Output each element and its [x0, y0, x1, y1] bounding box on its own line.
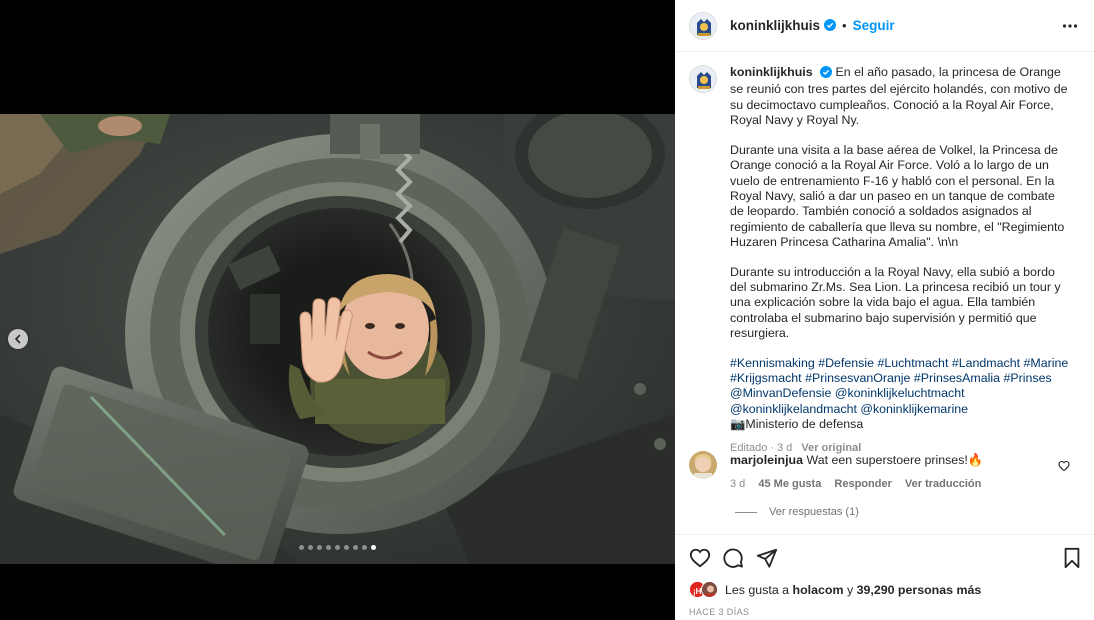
header-separator: •	[842, 18, 847, 33]
bookmark-icon	[1064, 547, 1080, 569]
carousel-dot	[353, 545, 358, 550]
carousel-dot	[299, 545, 304, 550]
comment-bubble-icon	[723, 548, 743, 568]
royal-crest-avatar	[690, 12, 716, 39]
likes-conjunction: y	[846, 583, 854, 597]
likes-user[interactable]: holacom	[793, 583, 844, 597]
caption-username[interactable]: koninklijkhuis	[730, 65, 813, 79]
carousel-dot	[362, 545, 367, 550]
hashtag[interactable]: #Krijgsmacht	[730, 371, 802, 385]
verified-badge-icon	[820, 66, 833, 82]
comment-likes[interactable]: 45 Me gusta	[758, 478, 821, 490]
comment-button[interactable]	[722, 547, 744, 572]
hashtag[interactable]: #Kennismaking	[730, 356, 815, 370]
share-button[interactable]	[756, 547, 778, 572]
comments-scroll-area[interactable]: koninklijkhuis En el año pasado, la prin…	[675, 52, 1094, 534]
author-username[interactable]: koninklijkhuis	[730, 18, 820, 33]
post-actions: ¡H! Les gusta a holacom y 39,290 persona…	[675, 534, 1094, 620]
commenter-username[interactable]: marjoleinjua	[730, 453, 803, 467]
verified-badge-icon	[824, 18, 837, 34]
comment-meta: 3 d 45 Me gusta Responder Ver traducción	[730, 478, 991, 490]
carousel-dot	[326, 545, 331, 550]
author-avatar[interactable]	[689, 11, 717, 40]
like-button[interactable]	[689, 547, 711, 572]
hashtag[interactable]: #Landmacht	[952, 356, 1020, 370]
user-photo-avatar	[689, 451, 717, 479]
commenter-avatar[interactable]	[689, 451, 717, 479]
reply-button[interactable]: Responder	[834, 478, 891, 490]
photo-credit: 📷Ministerio de defensa	[730, 416, 864, 431]
hashtag[interactable]: #PrinsesvanOranje	[805, 371, 910, 385]
likers-avatars: ¡H!	[689, 581, 723, 599]
view-replies-label: Ver respuestas (1)	[769, 506, 859, 518]
carousel-dot	[335, 545, 340, 550]
more-options-icon	[1062, 24, 1078, 28]
carousel-dot	[371, 545, 376, 550]
hashtag[interactable]: #Defensie	[818, 356, 874, 370]
hashtag[interactable]: #Prinses	[1003, 371, 1051, 385]
caption-tags: #Kennismaking #Defensie #Luchtmacht #Lan…	[730, 356, 1070, 432]
carousel-dot	[344, 545, 349, 550]
post-photo[interactable]	[0, 114, 675, 564]
mention[interactable]: @koninklijkemarine	[860, 402, 968, 416]
hashtag[interactable]: #Luchtmacht	[877, 356, 948, 370]
caption-paragraph-2: Durante una visita a la base aérea de Vo…	[730, 143, 1065, 249]
post-side-panel: koninklijkhuis • Seguir koninklijkhuis E…	[675, 0, 1094, 620]
send-paper-plane-icon	[756, 548, 778, 568]
comment-text: Wat een superstoere prinses!🔥	[806, 453, 984, 467]
heart-outline-icon	[689, 548, 711, 568]
hashtag[interactable]: #PrinsesAmalia	[914, 371, 1000, 385]
post-date[interactable]: HACE 3 DÍAS	[689, 607, 749, 617]
caption-text: koninklijkhuis En el año pasado, la prin…	[730, 65, 1070, 457]
mention[interactable]: @MinvanDefensie	[730, 386, 831, 400]
more-options-button[interactable]	[1062, 18, 1078, 37]
royal-crest-avatar	[690, 66, 716, 92]
heart-outline-icon	[1058, 460, 1070, 472]
likes-prefix: Les gusta a	[725, 583, 790, 597]
carousel-dot	[308, 545, 313, 550]
carousel-prev-button[interactable]	[8, 329, 28, 349]
likes-count[interactable]: 39,290 personas más	[857, 583, 982, 597]
carousel-indicator	[0, 545, 675, 550]
like-comment-button[interactable]	[1058, 459, 1070, 475]
comment-body: marjoleinjua Wat een superstoere prinses…	[730, 451, 991, 490]
chevron-left-icon	[15, 334, 21, 344]
mention[interactable]: @koninklijkelandmacht	[730, 402, 857, 416]
carousel-dot	[317, 545, 322, 550]
comment-item: marjoleinjua Wat een superstoere prinses…	[689, 451, 1084, 490]
likes-summary[interactable]: ¡H! Les gusta a holacom y 39,290 persona…	[689, 581, 981, 599]
caption-author-avatar[interactable]	[689, 65, 717, 93]
post-caption: koninklijkhuis En el año pasado, la prin…	[689, 65, 1084, 457]
replies-divider	[735, 511, 757, 513]
hashtag[interactable]: #Marine	[1024, 356, 1069, 370]
post-header: koninklijkhuis • Seguir	[675, 0, 1094, 52]
post-media[interactable]	[0, 0, 675, 620]
translate-button[interactable]: Ver traducción	[905, 478, 981, 490]
liker-avatar	[701, 581, 718, 598]
caption-paragraph-3: Durante su introducción a la Royal Navy,…	[730, 264, 1061, 340]
mention[interactable]: @koninklijkeluchtmacht	[835, 386, 965, 400]
comment-age[interactable]: 3 d	[730, 478, 745, 490]
follow-button[interactable]: Seguir	[853, 18, 895, 33]
tank-hatch-photo	[0, 114, 675, 564]
view-replies-button[interactable]: Ver respuestas (1)	[735, 506, 859, 518]
save-button[interactable]	[1062, 547, 1082, 572]
